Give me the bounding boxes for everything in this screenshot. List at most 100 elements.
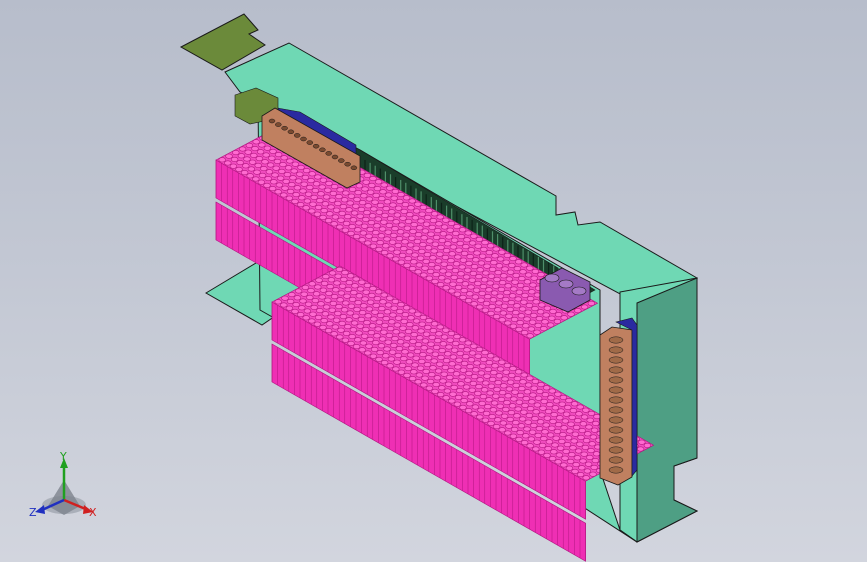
cell-end (336, 224, 344, 230)
cell-end (348, 296, 357, 302)
cell-end (546, 432, 555, 438)
cell-end (466, 401, 474, 407)
cell-end (266, 162, 275, 168)
cell-end (346, 310, 354, 316)
cell-end (503, 362, 512, 368)
cell-end (569, 445, 577, 451)
cell-end (482, 300, 491, 306)
cell-end (257, 179, 266, 185)
cell-end (458, 227, 467, 233)
cell-end (541, 319, 549, 325)
cell-end (411, 215, 420, 221)
cell-end (492, 246, 500, 252)
cell-end (477, 297, 485, 303)
cell-end (523, 316, 531, 322)
cell-end (353, 306, 361, 312)
cell-end (391, 226, 399, 232)
cell-end (439, 268, 447, 274)
cell-end (522, 323, 530, 329)
cell-end (500, 413, 509, 419)
cell-end (518, 306, 527, 312)
cell-end (412, 355, 420, 361)
cell-end (369, 243, 378, 249)
cell-end (485, 287, 493, 293)
cell-end (554, 312, 563, 318)
cell-end (523, 279, 532, 285)
cell-end (530, 312, 538, 318)
cell-end (508, 403, 517, 409)
cell-end (396, 229, 405, 235)
cell-end (500, 383, 508, 389)
cell-end (347, 340, 355, 346)
cell-end (396, 339, 405, 345)
cell-end (501, 376, 509, 382)
cell-end (434, 368, 443, 374)
cad-viewport[interactable]: Y X Z (0, 0, 867, 562)
cell-end (490, 260, 498, 266)
cell-end (520, 262, 528, 268)
cell-end (523, 389, 532, 395)
housing-end-side (636, 277, 699, 543)
cell-end (511, 279, 519, 285)
busbar-hole (300, 136, 307, 142)
cell-end (351, 283, 359, 289)
cell-end (376, 202, 385, 208)
cell-end (457, 234, 466, 240)
cell-end (365, 233, 373, 239)
cell-end (367, 330, 376, 336)
cell-end (525, 302, 534, 308)
cell-end (411, 252, 419, 258)
cell-end (345, 207, 353, 213)
cell-end (449, 244, 458, 250)
cell-end (369, 176, 377, 182)
cell-end (530, 275, 538, 281)
cell-end (246, 173, 254, 179)
cell-end (524, 272, 533, 278)
cell-end (468, 387, 476, 393)
cell-end (335, 194, 343, 200)
cell-end (579, 421, 588, 427)
cell-end (452, 371, 461, 377)
busbar-hole (275, 122, 282, 127)
cell-end (380, 182, 388, 188)
cell-end (319, 287, 328, 293)
cell-end (364, 203, 372, 209)
cell-end (273, 158, 282, 164)
cell-end (350, 320, 359, 326)
cell-end (469, 380, 478, 386)
cell-end (432, 234, 441, 240)
cell-end (384, 229, 392, 235)
cell-end (502, 259, 510, 265)
cell-end (442, 395, 450, 401)
cell-end (514, 259, 523, 265)
busbar-hole (608, 356, 624, 364)
cell-end (398, 332, 406, 338)
cell-end (454, 394, 463, 400)
cell-end (505, 313, 513, 319)
xyz-axis-triad-icon[interactable]: Y X Z (29, 450, 97, 519)
cell-end (314, 174, 322, 180)
cell-end (522, 286, 530, 292)
cell-end (359, 340, 368, 346)
cell-end (292, 192, 300, 198)
cell-end (312, 181, 321, 187)
cell-end (309, 201, 317, 207)
cell-end (497, 396, 506, 402)
cell-end (552, 435, 560, 441)
cell-end (518, 386, 526, 392)
cell-end (530, 385, 538, 391)
cell-end (532, 409, 540, 415)
cell-end (554, 391, 562, 397)
cell-end (523, 426, 531, 432)
battery-pack-model[interactable]: Y X Z (0, 0, 867, 562)
cell-end (342, 190, 350, 196)
cell-end (392, 329, 400, 335)
cell-end (571, 468, 579, 474)
cell-end (511, 389, 519, 395)
cell-end (296, 171, 304, 177)
cell-end (319, 324, 327, 330)
cell-end (344, 324, 352, 330)
cell-end (374, 289, 383, 295)
cell-end (520, 299, 528, 305)
cell-end (526, 375, 534, 381)
